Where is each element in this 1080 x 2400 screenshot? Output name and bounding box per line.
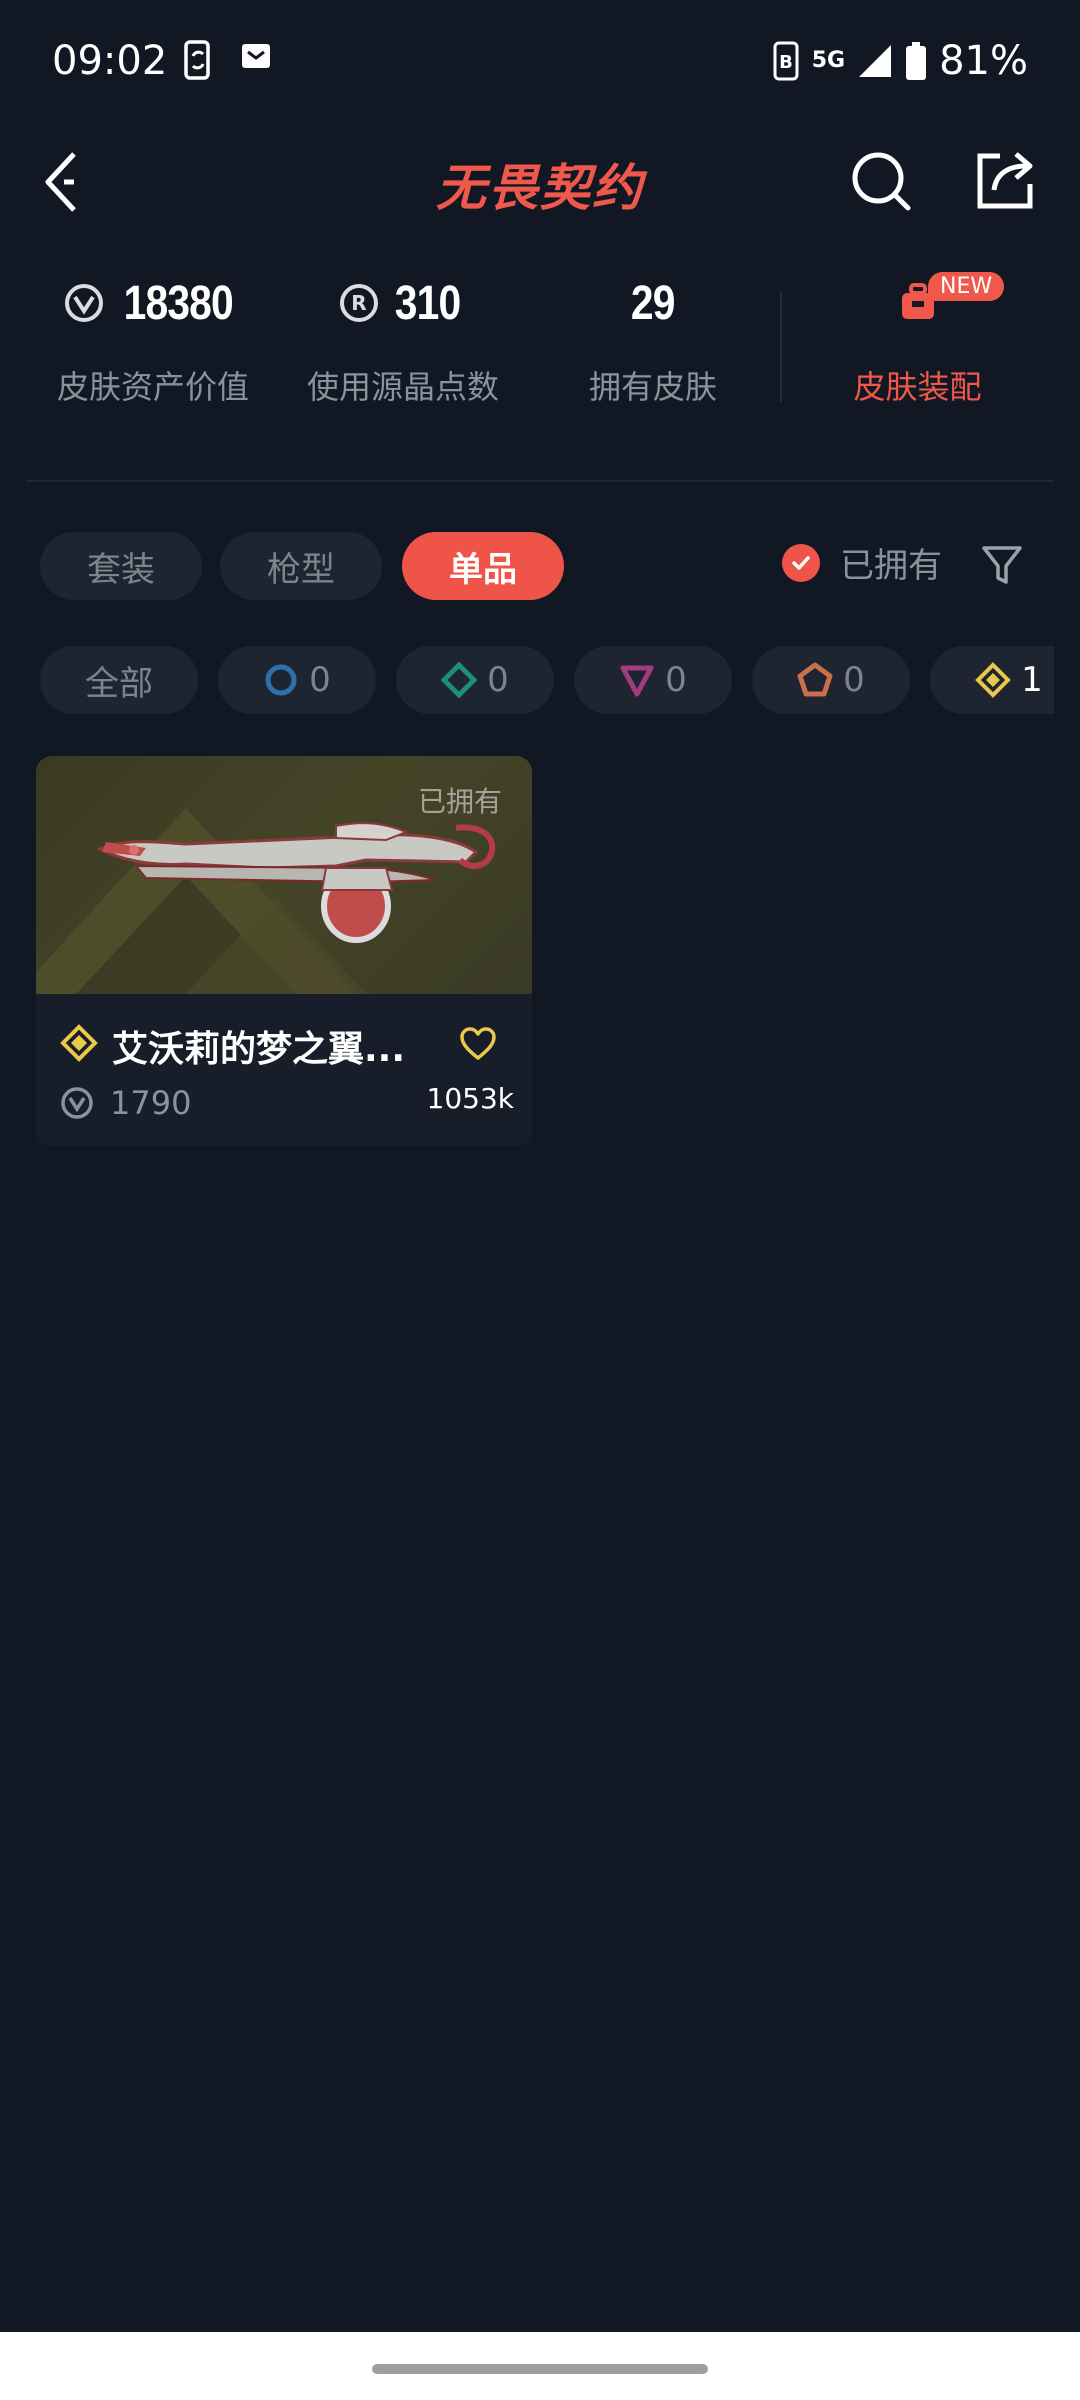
svg-text:R: R — [352, 291, 367, 315]
asset-value: 18380 — [123, 276, 233, 330]
checkbox-checked-icon[interactable] — [782, 543, 820, 582]
status-bar: 09:02 B 5G 81% — [0, 0, 1080, 126]
page-title: 无畏契约 — [436, 159, 644, 217]
skin-card[interactable]: 已拥有 艾沃莉的梦之翼... 1790 1053k — [36, 756, 532, 1146]
tab-single-item[interactable]: 单品 — [402, 532, 564, 600]
share-icon[interactable] — [972, 148, 1038, 214]
checkmark-icon — [792, 555, 810, 570]
chip-premium-tier[interactable]: 0 — [574, 646, 732, 714]
skin-likes: 1053k — [426, 1082, 514, 1115]
stat-radianite: R 310 使用源晶点数 — [298, 268, 508, 408]
app-header: 无畏契约 — [0, 126, 1080, 236]
radianite-icon: R — [340, 284, 379, 322]
search-icon[interactable] — [848, 148, 914, 214]
skin-image: 已拥有 — [36, 756, 532, 994]
svg-text:B: B — [779, 52, 793, 73]
battery-level: 81% — [939, 38, 1028, 84]
chip-count: 1 — [1021, 660, 1043, 700]
chip-count: 0 — [843, 660, 865, 700]
tab-weapon-type[interactable]: 枪型 — [220, 532, 382, 600]
radianite-value: 310 — [395, 276, 461, 330]
phone-sync-icon — [184, 40, 210, 80]
premium-tier-icon — [620, 665, 654, 697]
select-tier-icon — [265, 664, 297, 696]
radianite-label: 使用源晶点数 — [306, 368, 499, 406]
owned-filter-toggle[interactable]: 已拥有 — [782, 538, 942, 587]
filter-icon[interactable] — [980, 542, 1024, 586]
chip-all[interactable]: 全部 — [40, 646, 198, 714]
owned-filter-label: 已拥有 — [840, 546, 942, 586]
skin-name: 艾沃莉的梦之翼... — [112, 1029, 406, 1070]
tab-bundle[interactable]: 套装 — [40, 532, 202, 600]
network-type: 5G — [811, 48, 846, 73]
valorant-points-icon — [64, 284, 103, 322]
asset-value-label: 皮肤资产价值 — [56, 368, 249, 406]
chip-select-tier[interactable]: 0 — [218, 646, 376, 714]
skin-price: 1790 — [110, 1084, 192, 1122]
chip-ultra-tier[interactable]: 1 — [930, 646, 1054, 714]
home-gesture-handle[interactable] — [372, 2364, 708, 2374]
chip-count: 0 — [309, 660, 331, 700]
owned-count: 29 — [631, 276, 676, 330]
stat-asset-value: 18380 皮肤资产价值 — [48, 268, 258, 408]
status-right: B 5G 81% — [772, 38, 1028, 84]
rarity-filter-row: 全部 0 0 0 0 1 — [40, 646, 1054, 716]
chip-count: 0 — [487, 660, 509, 700]
ultra-tier-icon — [60, 1024, 98, 1062]
status-time: 09:02 — [52, 38, 168, 84]
signal-icon — [859, 45, 892, 77]
stats-panel: 18380 皮肤资产价值 R 310 使用源晶点数 29 拥有皮肤 NEW 皮肤… — [0, 268, 1080, 428]
ultra-tier-icon — [975, 662, 1012, 698]
exclusive-tier-icon — [797, 662, 833, 697]
owned-tag: 已拥有 — [417, 785, 502, 818]
deluxe-tier-icon — [441, 662, 478, 698]
section-divider — [26, 480, 1054, 482]
skin-equip-label: 皮肤装配 — [853, 368, 982, 406]
owned-count-label: 拥有皮肤 — [588, 368, 717, 406]
chip-all-label: 全部 — [85, 663, 153, 704]
skin-equip-button[interactable]: NEW 皮肤装配 — [800, 268, 1035, 408]
chip-count: 0 — [665, 660, 687, 700]
stats-divider — [780, 292, 782, 402]
battery-icon — [906, 42, 927, 80]
new-badge: NEW — [928, 272, 1005, 301]
sim-icon: B — [773, 41, 799, 81]
heart-icon[interactable] — [458, 1024, 498, 1064]
chip-deluxe-tier[interactable]: 0 — [396, 646, 554, 714]
chip-exclusive-tier[interactable]: 0 — [752, 646, 910, 714]
valorant-points-icon — [61, 1087, 93, 1119]
mail-notification-icon — [242, 44, 270, 68]
system-nav-bar — [0, 2332, 1080, 2400]
stat-owned: 29 拥有皮肤 — [548, 268, 758, 408]
